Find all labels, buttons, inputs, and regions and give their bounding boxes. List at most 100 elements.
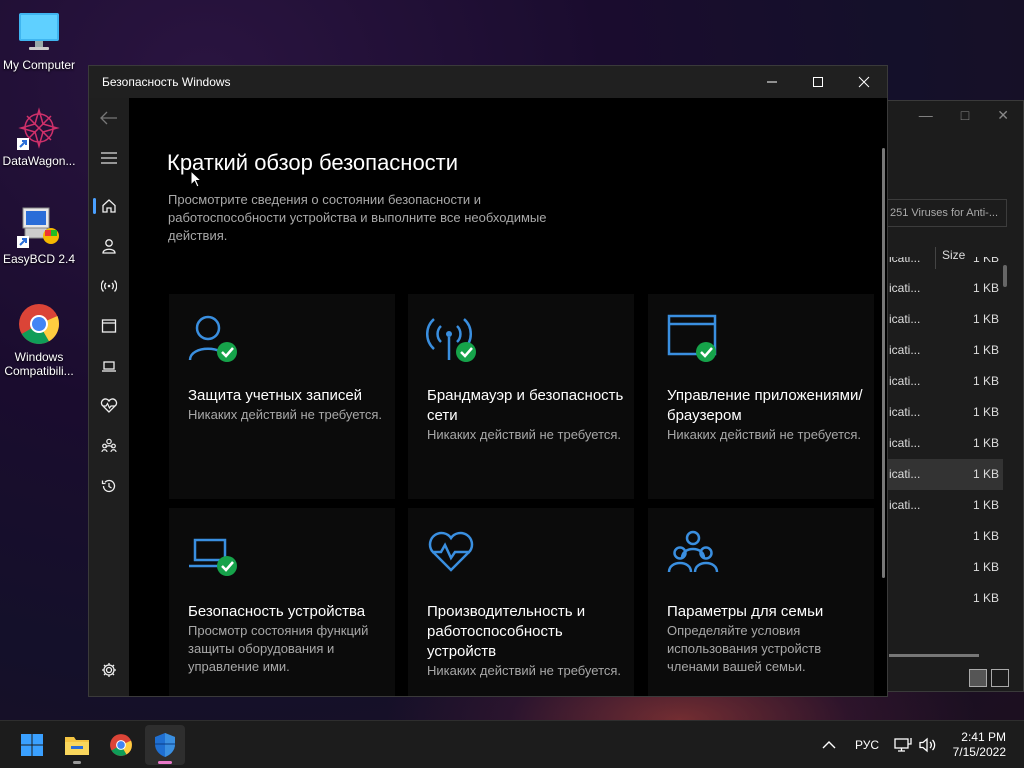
desktop-icon-label: DataWagon... — [2, 154, 76, 168]
maximize-button[interactable] — [795, 66, 841, 98]
file-row[interactable]: icati... 1 KB — [881, 366, 1003, 397]
browser-window-icon — [101, 319, 117, 333]
chrome-icon — [17, 302, 61, 346]
folder-icon — [65, 737, 89, 755]
explorer-scrollbar[interactable] — [1003, 265, 1007, 287]
file-row-selected[interactable]: icati... 1 KB — [881, 459, 1003, 490]
tray-chevron-up-icon[interactable] — [822, 721, 836, 768]
file-row[interactable]: 1 KB — [881, 521, 1003, 552]
language-indicator[interactable]: РУС — [855, 721, 879, 768]
desktop-icon-label: EasyBCD 2.4 — [2, 252, 76, 266]
window-title: Безопасность Windows — [102, 75, 231, 89]
network-icon[interactable] — [894, 721, 912, 768]
nav-home[interactable] — [89, 188, 129, 224]
desktop-icon-datawagon[interactable]: DataWagon... — [0, 106, 79, 168]
content-scrollbar[interactable] — [882, 148, 885, 578]
file-row[interactable]: icati... 1 KB — [881, 397, 1003, 428]
details-view-icon[interactable] — [969, 669, 987, 687]
explorer-horizontal-scrollbar[interactable] — [889, 654, 979, 657]
desktop-icon-easybcd[interactable]: EasyBCD 2.4 — [0, 204, 79, 266]
taskbar-windows-security[interactable] — [145, 725, 185, 765]
navigation-rail — [89, 98, 129, 696]
firewall-antenna-icon — [425, 312, 480, 364]
tile-device-security[interactable]: Безопасность устройства Просмотр состоян… — [169, 508, 395, 696]
tile-status: Никаких действий не требуется. — [427, 663, 622, 678]
running-indicator — [73, 761, 81, 764]
file-row[interactable]: 1 KB — [881, 583, 1003, 614]
file-row[interactable]: icati... 1 KB — [881, 335, 1003, 366]
file-row[interactable]: icati... 1 KB — [881, 257, 1003, 273]
file-row[interactable]: icati... 1 KB — [881, 304, 1003, 335]
page-title: Краткий обзор безопасности — [167, 150, 459, 175]
minimize-icon[interactable]: — — [919, 107, 933, 124]
start-button[interactable] — [12, 725, 52, 765]
windows-logo-icon — [21, 734, 43, 756]
desktop-icon-label: Windows Compatibili... — [4, 350, 74, 378]
tile-title: Управление приложениями/браузером — [667, 387, 863, 424]
explorer-window-controls: — □ ✕ — [919, 107, 1009, 124]
wireless-icon — [101, 280, 117, 292]
monitor-icon — [17, 10, 61, 54]
tile-device-performance[interactable]: Производительность и работоспособность у… — [408, 508, 634, 696]
main-content: Краткий обзор безопасности Просмотрите с… — [129, 98, 887, 696]
tile-firewall[interactable]: Брандмауэр и безопасность сети Никаких д… — [408, 294, 634, 499]
tile-description: Определяйте условия использования устрой… — [667, 623, 822, 674]
back-button[interactable] — [89, 100, 129, 136]
desktop-icon-label: My Computer — [2, 58, 76, 72]
desktop-icon-my-computer[interactable]: My Computer — [0, 10, 79, 72]
file-row[interactable]: icati... 1 KB — [881, 490, 1003, 521]
nav-device-performance[interactable] — [89, 388, 129, 424]
laptop-icon — [102, 361, 116, 372]
datawagon-icon — [17, 106, 61, 150]
tile-family-options[interactable]: Параметры для семьи Определяйте условия … — [648, 508, 874, 696]
thumbnail-view-icon[interactable] — [991, 669, 1009, 687]
tile-account-protection[interactable]: Защита учетных записей Никаких действий … — [169, 294, 395, 499]
windows-security-window: Безопасность Windows Краткий обзор безоп… — [88, 65, 888, 697]
file-row[interactable]: icati... 1 KB — [881, 428, 1003, 459]
explorer-view-toggle — [969, 669, 1009, 687]
tile-title: Производительность и работоспособность у… — [427, 603, 586, 660]
nav-protection-history[interactable] — [89, 468, 129, 504]
nav-settings[interactable] — [89, 652, 129, 688]
nav-family-options[interactable] — [89, 428, 129, 464]
file-row[interactable]: icati... 1 KB — [881, 273, 1003, 304]
mouse-cursor-icon — [190, 170, 202, 188]
nav-firewall[interactable] — [89, 268, 129, 304]
nav-device-security[interactable] — [89, 348, 129, 384]
window-controls — [749, 66, 887, 98]
history-icon — [101, 479, 116, 493]
tile-status: Никаких действий не требуется. — [667, 427, 862, 442]
file-row[interactable]: 1 KB — [881, 552, 1003, 583]
nav-app-browser[interactable] — [89, 308, 129, 344]
taskbar: РУС 2:41 PM 7/15/2022 — [0, 720, 1024, 768]
file-explorer-window[interactable]: — □ ✕ 251 Viruses for Anti-... Size icat… — [880, 100, 1024, 692]
maximize-icon[interactable]: □ — [961, 107, 969, 124]
family-icon — [101, 438, 117, 453]
system-clock[interactable]: 2:41 PM 7/15/2022 — [953, 730, 1006, 760]
menu-hamburger-icon[interactable] — [89, 140, 129, 176]
explorer-search-input[interactable]: 251 Viruses for Anti-... — [885, 199, 1007, 227]
tile-app-browser-control[interactable]: Управление приложениями/браузером Никаки… — [648, 294, 874, 499]
browser-window-icon — [666, 312, 720, 364]
shield-icon — [155, 733, 175, 757]
nav-account-protection[interactable] — [89, 228, 129, 264]
tile-title: Защита учетных записей — [188, 387, 363, 404]
file-list: icati... 1 KB icati... 1 KB icati... 1 KB i… — [881, 257, 1003, 614]
close-icon[interactable]: ✕ — [997, 107, 1009, 124]
minimize-button[interactable] — [749, 66, 795, 98]
desktop-icon-windows-compatibility[interactable]: Windows Compatibili... — [0, 302, 79, 378]
tile-title: Безопасность устройства — [188, 603, 366, 620]
home-icon — [102, 199, 116, 213]
volume-icon[interactable] — [919, 721, 937, 768]
family-icon — [666, 526, 720, 578]
close-button[interactable] — [841, 66, 887, 98]
laptop-icon — [187, 526, 241, 578]
chrome-icon — [110, 734, 132, 756]
title-bar[interactable]: Безопасность Windows — [89, 66, 887, 98]
active-indicator — [158, 761, 172, 764]
heart-pulse-icon — [100, 398, 118, 413]
tile-status: Никаких действий не требуется. — [188, 407, 383, 422]
taskbar-chrome[interactable] — [101, 725, 141, 765]
taskbar-file-explorer[interactable] — [57, 725, 97, 765]
clock-time: 2:41 PM — [961, 730, 1006, 744]
